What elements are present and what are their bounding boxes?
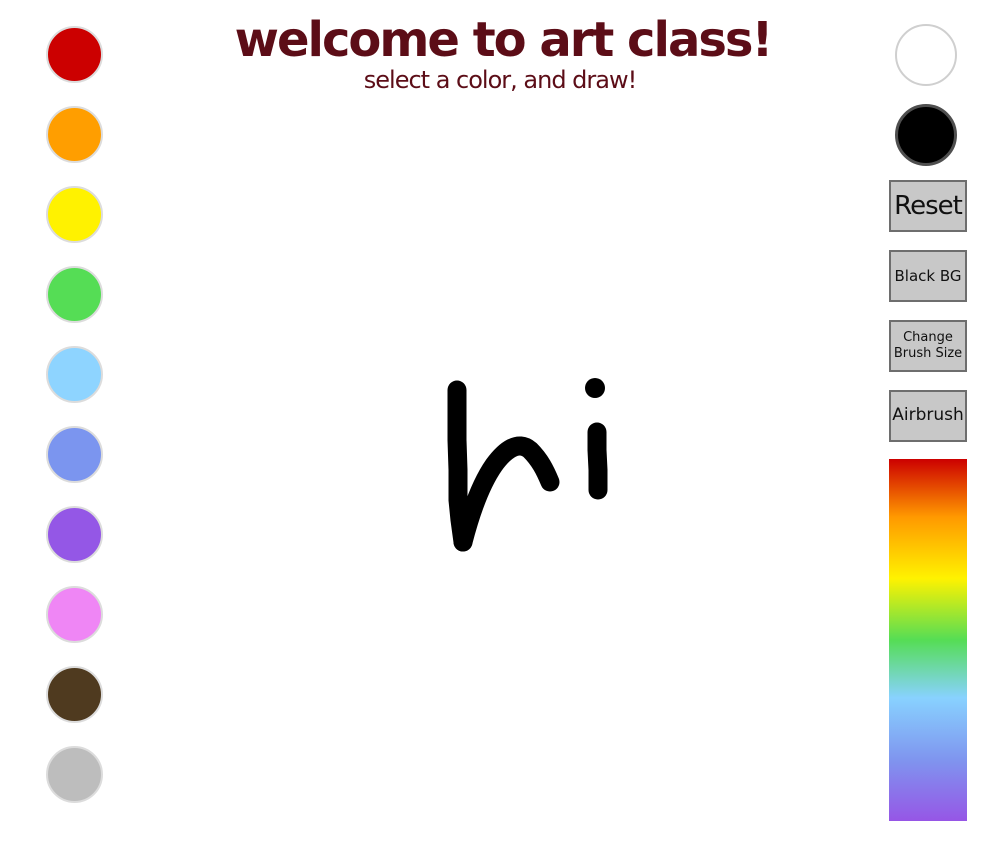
color-swatch-black[interactable] bbox=[895, 104, 957, 166]
page-subtitle: select a color, and draw! bbox=[363, 66, 637, 94]
brush-stroke bbox=[453, 436, 560, 552]
color-swatch-white[interactable] bbox=[895, 24, 957, 86]
black-bg-button-label: Black BG bbox=[894, 266, 962, 285]
color-swatch-green[interactable] bbox=[46, 266, 103, 323]
color-swatch-red[interactable] bbox=[46, 26, 103, 83]
airbrush-button-label: Airbrush bbox=[892, 405, 964, 426]
color-swatch-light-blue[interactable] bbox=[46, 346, 103, 403]
page-title: welcome to art class! bbox=[234, 12, 774, 68]
change-brush-size-label-line1: Change bbox=[903, 329, 953, 345]
reset-button-label: Reset bbox=[894, 190, 963, 221]
change-brush-size-label-line2: Brush Size bbox=[893, 346, 963, 361]
drawing-strokes bbox=[447, 378, 608, 552]
color-swatch-orange[interactable] bbox=[46, 106, 103, 163]
brush-dot bbox=[585, 378, 605, 398]
color-swatch-brown[interactable] bbox=[46, 666, 103, 723]
color-swatch-blue[interactable] bbox=[46, 426, 103, 483]
change-brush-size-button[interactable]: Change Brush Size bbox=[889, 320, 967, 372]
color-swatch-gray[interactable] bbox=[46, 746, 103, 803]
color-swatch-yellow[interactable] bbox=[46, 186, 103, 243]
airbrush-button[interactable]: Airbrush bbox=[889, 390, 967, 442]
reset-button[interactable]: Reset bbox=[889, 180, 967, 232]
rainbow-color-picker[interactable] bbox=[889, 459, 967, 821]
black-bg-button[interactable]: Black BG bbox=[889, 250, 967, 302]
color-swatch-pink[interactable] bbox=[46, 586, 103, 643]
color-swatch-purple[interactable] bbox=[46, 506, 103, 563]
brush-stroke bbox=[587, 422, 608, 500]
drawing-canvas[interactable] bbox=[120, 110, 880, 840]
